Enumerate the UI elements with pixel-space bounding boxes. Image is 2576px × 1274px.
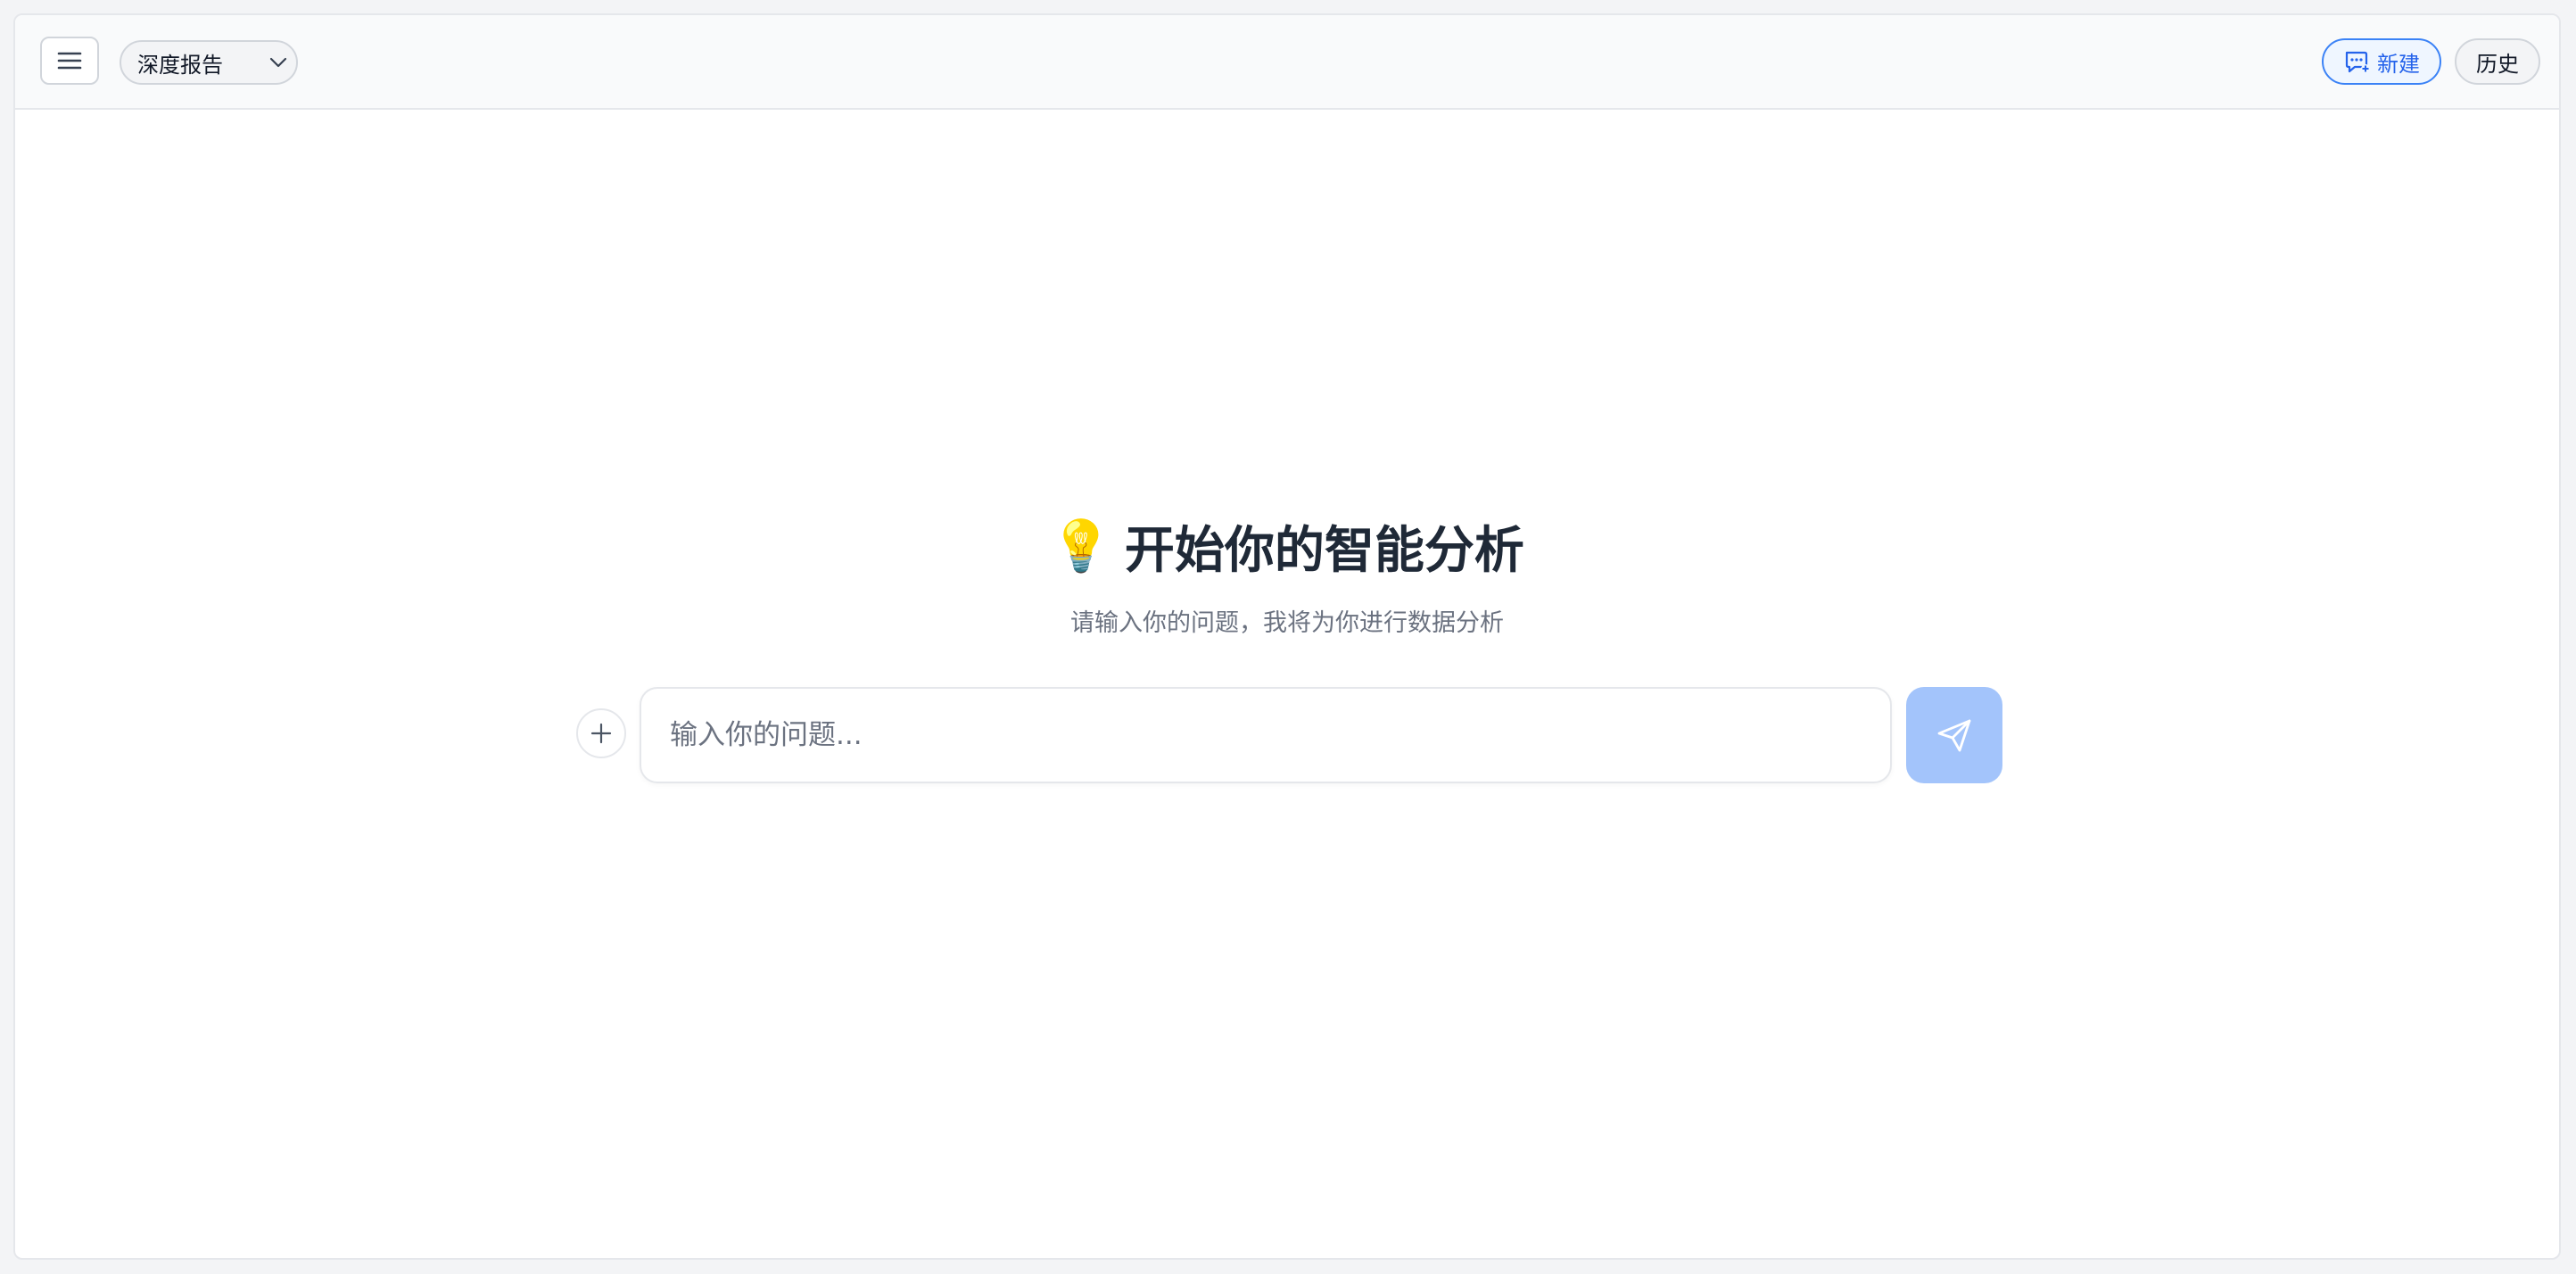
menu-icon [57,52,82,70]
lightbulb-icon: 💡 [1050,517,1112,575]
new-chat-button[interactable]: 新建 [2322,38,2441,85]
question-input[interactable] [641,689,1890,782]
chevron-down-icon [260,56,296,69]
send-icon [1937,719,1971,752]
plus-icon [590,723,612,744]
app-window: 深度报告 新建 历史 💡 开始你的智能分析 请输入你的问题，我将为你进行数据分析… [13,13,2561,1260]
hero-subtitle: 请输入你的问题，我将为你进行数据分析 [1070,609,1504,637]
question-input-container [640,687,1892,783]
mode-select[interactable]: 深度报告 [120,40,298,85]
send-button[interactable] [1906,687,2002,783]
history-button[interactable]: 历史 [2455,38,2540,85]
attach-button[interactable] [576,708,626,758]
menu-button[interactable] [40,37,99,85]
mode-select-value: 深度报告 [137,52,223,78]
top-bar: 深度报告 新建 历史 [15,15,2559,110]
new-chat-label: 新建 [2377,51,2420,77]
new-chat-icon [2345,51,2370,73]
history-label: 历史 [2476,51,2519,77]
hero-title-text: 开始你的智能分析 [1124,521,1524,580]
hero-title: 💡 开始你的智能分析 [15,510,2559,582]
